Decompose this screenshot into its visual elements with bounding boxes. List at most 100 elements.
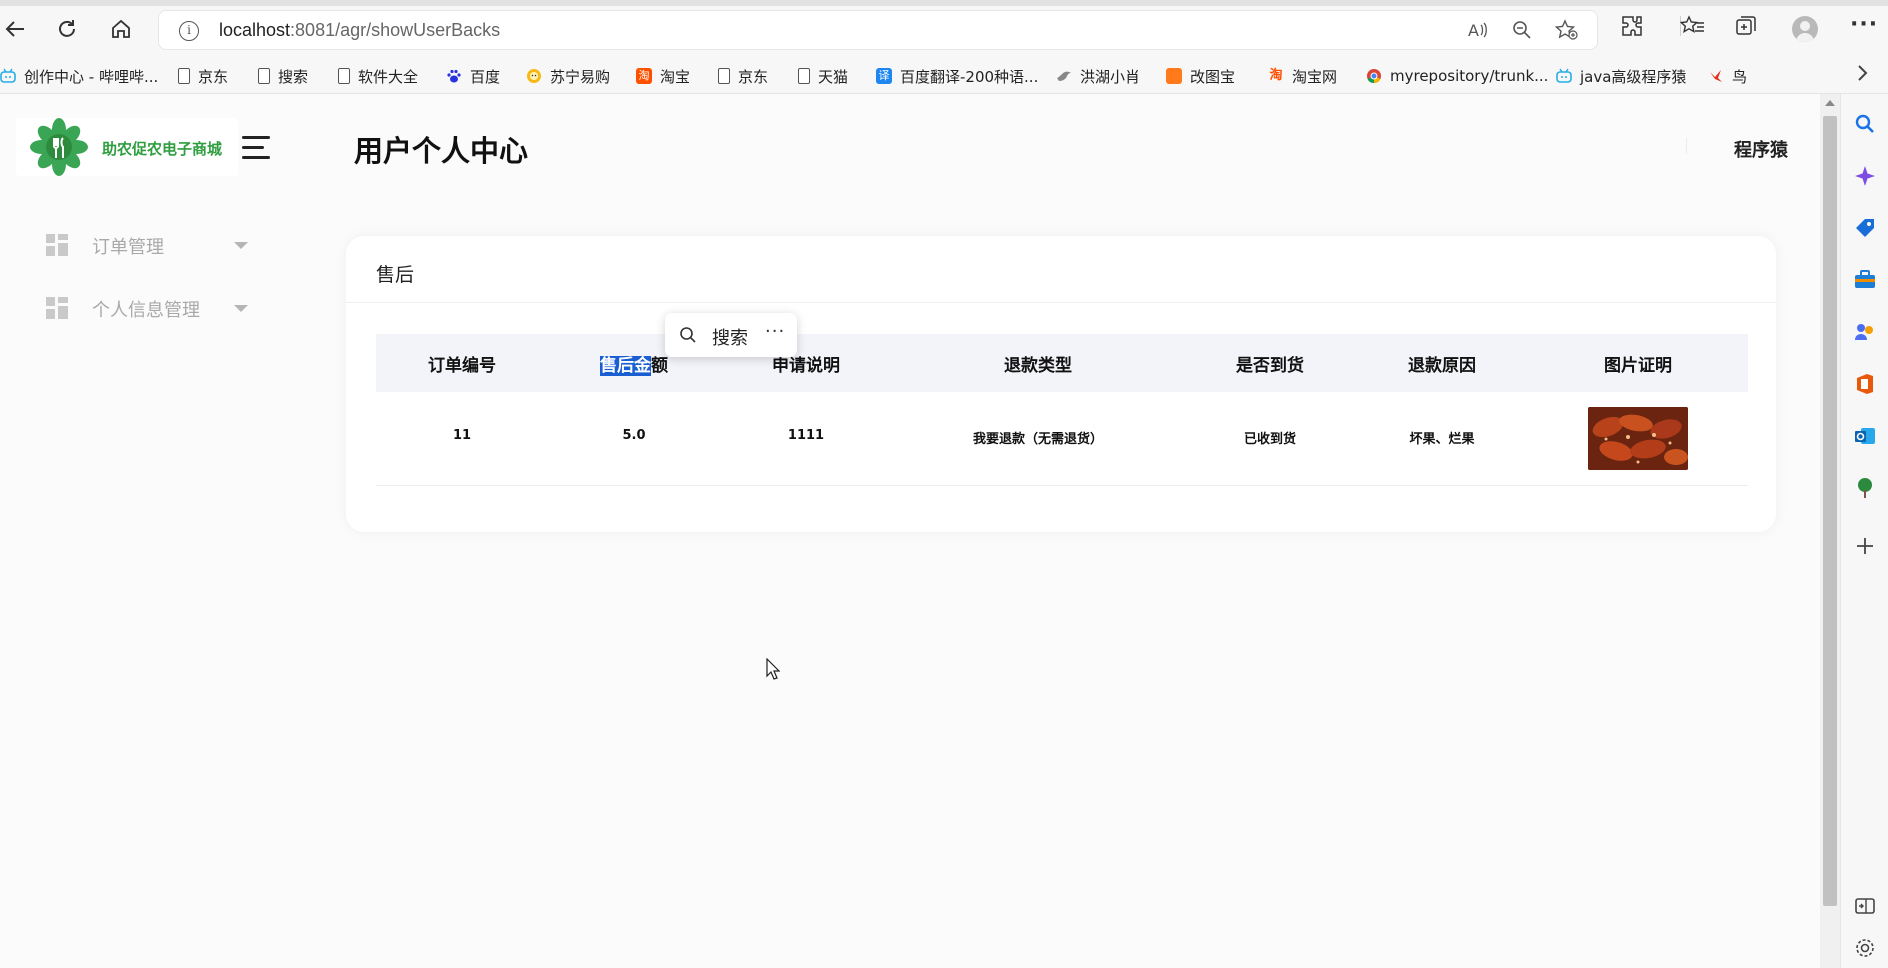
bookmark-item[interactable]: myrepository/trunk... [1366, 66, 1548, 86]
column-header-arrived: 是否到货 [1236, 356, 1304, 376]
bilibili-icon [0, 68, 16, 83]
bookmark-label: 创作中心 - 哔哩哔... [24, 67, 159, 86]
more-icon[interactable]: ··· [1850, 12, 1878, 37]
bookmark-item[interactable]: 软件大全 [338, 66, 418, 86]
outlook-icon[interactable] [1853, 424, 1877, 448]
bookmark-item[interactable]: 京东 [178, 66, 228, 86]
sidebar-item-label: 个人信息管理 [92, 300, 200, 321]
scroll-up-arrow-icon[interactable] [1825, 100, 1835, 106]
bookmark-label: 苏宁易购 [550, 67, 611, 86]
bookmark-item[interactable]: 苏宁易购 [526, 66, 610, 86]
cell-description: 1111 [787, 428, 825, 443]
sidebar-item-personal-info[interactable]: 个人信息管理 [46, 295, 256, 321]
card-title: 售后 [376, 264, 415, 286]
read-aloud-icon[interactable]: A [1467, 19, 1489, 46]
zoom-out-icon[interactable] [1511, 19, 1533, 46]
url-text[interactable]: localhost:8081/agr/showUserBacks [219, 20, 500, 41]
red-bird-icon [1710, 70, 1722, 82]
bookmark-item[interactable]: 译 百度翻译-200种语... [876, 66, 1038, 86]
chrome-icon [1367, 69, 1381, 84]
sidebar-item-order-management[interactable]: 订单管理 [46, 232, 256, 258]
edge-sidebar [1840, 94, 1888, 968]
page-icon [178, 68, 190, 84]
suning-lion-icon [527, 69, 541, 83]
bookmark-item[interactable]: 改图宝 [1166, 66, 1235, 86]
bookmark-item[interactable]: 天猫 [798, 66, 848, 86]
copilot-sparkle-icon[interactable] [1853, 164, 1877, 188]
page-icon [338, 68, 350, 84]
popup-search-label[interactable]: 搜索 [712, 324, 748, 350]
bookmark-label: 百度翻译-200种语... [900, 67, 1039, 86]
bookmark-item[interactable]: java高级程序猿 [1556, 66, 1686, 86]
search-icon[interactable] [1853, 112, 1877, 136]
translate-icon: 译 [876, 68, 892, 84]
logo-leaf-icon [30, 118, 88, 176]
cell-amount: 5.0 [622, 428, 646, 443]
cell-arrived: 已收到货 [1243, 432, 1297, 447]
add-icon[interactable] [1853, 534, 1877, 558]
bookmark-label: java高级程序猿 [1580, 67, 1687, 86]
settings-gear-icon[interactable] [1853, 936, 1877, 960]
shopping-tag-icon[interactable] [1853, 216, 1877, 240]
profile-avatar-icon[interactable] [1792, 16, 1818, 42]
page-icon [258, 68, 270, 84]
scrollbar-thumb[interactable] [1823, 116, 1837, 906]
table-header: 订单编号 售后金额 申请说明 退款类型 是否到货 退款原因 图片证明 [376, 334, 1748, 392]
sidebar-item-label: 订单管理 [92, 237, 164, 258]
favorites-icon[interactable] [1679, 14, 1706, 44]
tree-icon[interactable] [1853, 476, 1877, 500]
header-text-rest: 额 [651, 356, 668, 376]
page-icon [798, 68, 810, 84]
address-bar[interactable]: i localhost:8081/agr/showUserBacks A [158, 10, 1598, 50]
tab-strip [0, 0, 1888, 6]
collections-icon[interactable] [1734, 14, 1758, 44]
chevron-right-icon[interactable] [1856, 62, 1870, 90]
games-people-icon[interactable] [1853, 320, 1877, 344]
column-header-image: 图片证明 [1604, 356, 1672, 376]
bookmark-label: 搜索 [278, 67, 309, 86]
cell-reason: 坏果、烂果 [1409, 432, 1475, 447]
selected-text[interactable]: 售后金 [600, 356, 651, 376]
bookmark-item[interactable]: 淘 淘宝网 [1268, 66, 1337, 86]
bookmark-item[interactable]: 搜索 [258, 66, 308, 86]
app-logo[interactable]: 助农促农电子商城 [16, 118, 238, 176]
bookmark-item[interactable]: 鸟 [1708, 66, 1747, 86]
bookmark-item[interactable]: 淘 淘宝 [636, 66, 690, 86]
page-title: 用户个人中心 [354, 134, 529, 168]
bookmark-label: 京东 [198, 67, 229, 86]
home-icon[interactable] [106, 14, 136, 44]
user-name[interactable]: 程序猿 [1734, 136, 1788, 162]
bookmark-item[interactable]: 创作中心 - 哔哩哔... [0, 66, 158, 86]
office-icon[interactable] [1853, 372, 1877, 396]
card-divider [346, 302, 1776, 303]
caret-down-icon [234, 242, 248, 249]
add-favorite-icon[interactable] [1554, 19, 1579, 46]
toolbox-icon[interactable] [1853, 268, 1877, 292]
bookmark-label: 洪湖小肖 [1080, 67, 1141, 86]
selection-search-popup[interactable]: 搜索 ··· [665, 313, 797, 357]
extensions-icon[interactable] [1620, 14, 1644, 44]
site-info-icon[interactable]: i [179, 21, 199, 41]
bookmark-label: 淘宝 [660, 67, 691, 86]
bookmark-label: 天猫 [818, 67, 849, 86]
bookmarks-bar: 创作中心 - 哔哩哔... 京东 搜索 软件大全 百度 苏宁易购 淘 淘宝 京东… [0, 58, 1888, 94]
dashboard-grid-icon [46, 297, 68, 319]
mouse-cursor-icon [766, 658, 780, 680]
menu-toggle-icon[interactable] [242, 136, 270, 160]
search-icon[interactable] [679, 326, 697, 344]
back-arrow-icon[interactable] [0, 14, 30, 44]
browser-toolbar: i localhost:8081/agr/showUserBacks A ··· [0, 0, 1888, 58]
taobao-icon: 淘 [1269, 68, 1283, 83]
proof-image[interactable] [1588, 407, 1688, 470]
column-header-order-no: 订单编号 [428, 356, 496, 376]
more-options-icon[interactable]: ··· [765, 321, 785, 342]
bookmark-label: 改图宝 [1190, 67, 1236, 86]
bilibili-icon [1556, 68, 1572, 83]
bookmark-item[interactable]: 洪湖小肖 [1056, 66, 1140, 86]
split-screen-icon[interactable] [1853, 894, 1877, 918]
bookmark-item[interactable]: 百度 [446, 66, 500, 86]
row-divider [376, 485, 1748, 486]
reload-icon[interactable] [52, 14, 82, 44]
bookmark-item[interactable]: 京东 [718, 66, 768, 86]
column-header-amount: 售后金额 [600, 351, 668, 376]
